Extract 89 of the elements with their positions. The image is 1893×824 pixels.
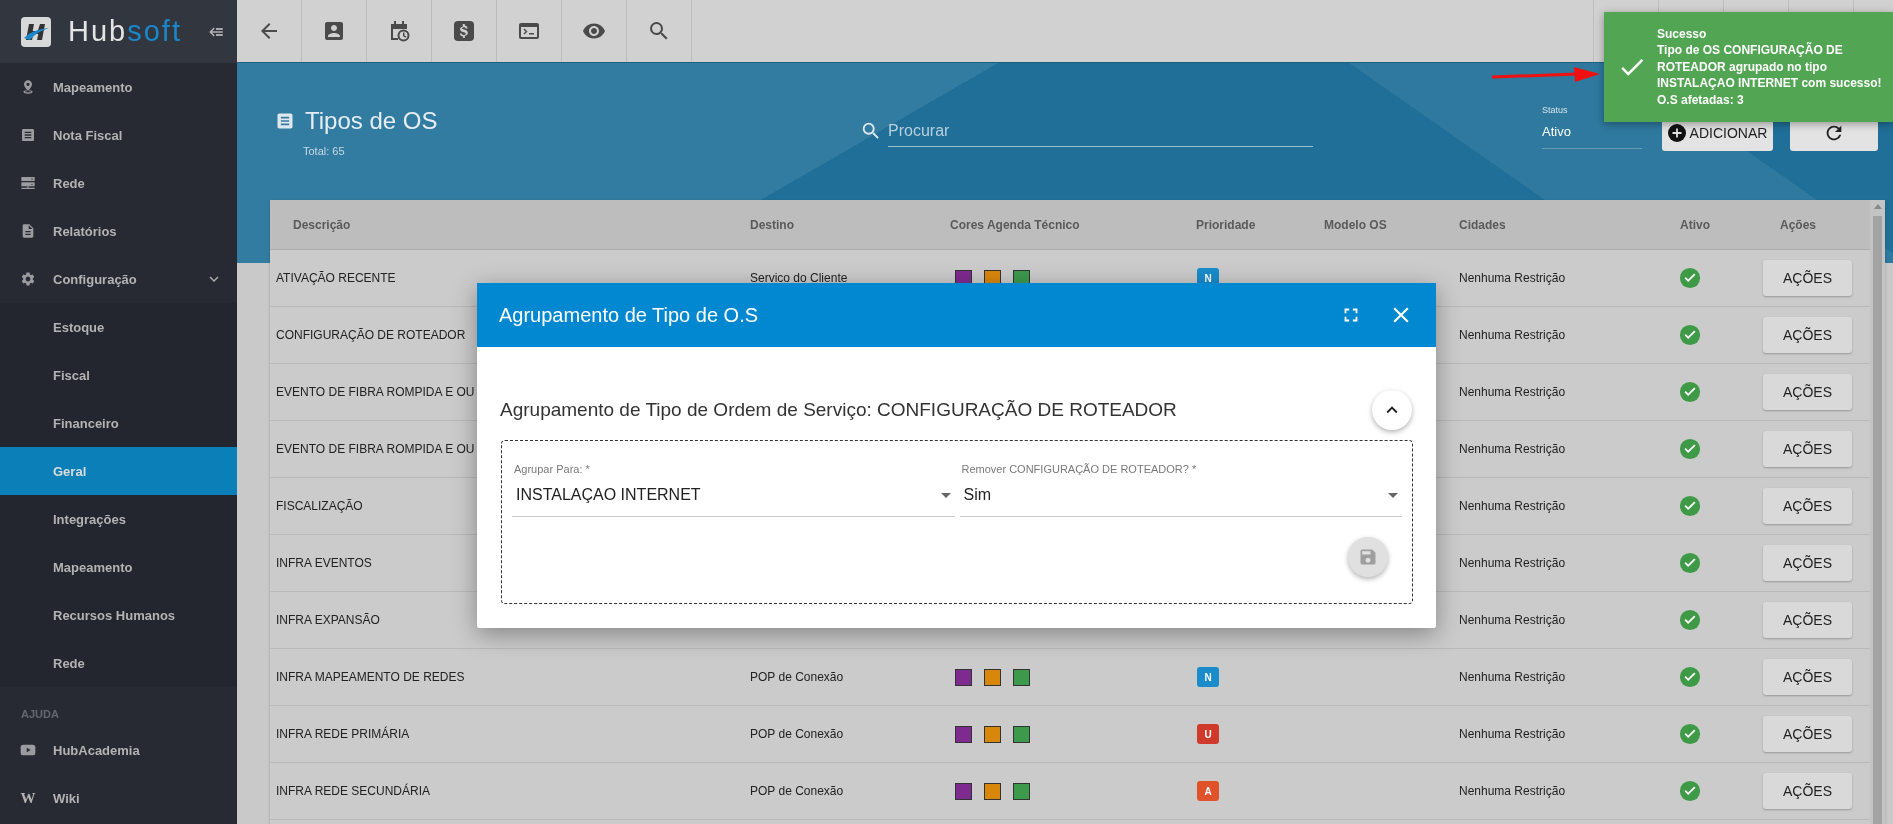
sidebar-item[interactable]: Integrações: [0, 495, 237, 543]
total-count: Total: 65: [303, 145, 346, 157]
table-cell: Nenhuma Restrição: [1459, 727, 1566, 741]
column-header: Cidades: [1459, 200, 1664, 250]
sidebar-item[interactable]: Financeiro: [0, 399, 237, 447]
column-header: Modelo OS: [1324, 200, 1459, 250]
pin-icon: [20, 79, 36, 95]
wiki-icon: W: [20, 789, 36, 807]
scrollbar[interactable]: [1870, 200, 1885, 824]
select-field[interactable]: Remover CONFIGURAÇÃO DE ROTEADOR? * Sim: [959, 463, 1402, 517]
column-header: Ativo: [1664, 200, 1756, 250]
sidebar-item[interactable]: W Wiki: [0, 774, 237, 822]
table-cell: INFRA EVENTOS: [276, 556, 372, 570]
table-cell: Nenhuma Restrição: [1459, 613, 1566, 627]
column-header: Destino: [750, 200, 950, 250]
select-field[interactable]: Agrupar Para: * INSTALAÇAO INTERNET: [512, 463, 955, 517]
server-icon: [20, 175, 36, 191]
table-cell: Nenhuma Restrição: [1459, 271, 1566, 285]
sidebar-item[interactable]: Mapeamento: [0, 543, 237, 591]
actions-button[interactable]: AÇÕES: [1763, 260, 1852, 296]
table-cell: Nenhuma Restrição: [1459, 442, 1566, 456]
actions-button[interactable]: AÇÕES: [1763, 317, 1852, 353]
column-header: Descrição: [270, 200, 750, 250]
table-cell: ATIVAÇÃO RECENTE: [276, 271, 396, 285]
sidebar-item[interactable]: Rede: [0, 639, 237, 687]
sidebar-item[interactable]: Nota Fiscal: [0, 111, 237, 159]
caret-icon: [940, 492, 951, 498]
column-header: Prioridade: [1196, 200, 1324, 250]
table-cell: INFRA REDE SECUNDÁRIA: [276, 784, 431, 798]
section-title: AJUDA: [20, 707, 60, 722]
brand-logo-text: Hubsoft: [68, 15, 183, 48]
priority-badge: U: [1197, 724, 1219, 744]
priority-badge: N: [1197, 667, 1219, 687]
contact-card-icon[interactable]: [322, 19, 346, 43]
column-header: Cores Agenda Técnico: [950, 200, 1196, 250]
actions-button[interactable]: AÇÕES: [1763, 545, 1852, 581]
play-icon: [20, 742, 36, 758]
table-cell: INFRA REDE PRIMÁRIA: [276, 727, 410, 741]
sidebar-item[interactable]: Relatórios: [0, 207, 237, 255]
sidebar-item[interactable]: HubAcademia: [0, 726, 237, 774]
search-icon: [860, 120, 882, 142]
sidebar-item[interactable]: Recursos Humanos: [0, 591, 237, 639]
add-circle-icon: [1667, 124, 1686, 142]
table-cell: POP de Conexão: [750, 670, 844, 684]
sidebar-item[interactable]: Configuração: [0, 255, 237, 303]
logo-icon: [20, 15, 52, 48]
sidebar-item[interactable]: Rede: [0, 159, 237, 207]
actions-button[interactable]: AÇÕES: [1763, 602, 1852, 638]
priority-badge: A: [1197, 781, 1219, 801]
table-cell: Nenhuma Restrição: [1459, 385, 1566, 399]
note-icon: [20, 127, 36, 143]
section-heading: Agrupamento de Tipo de Ordem de Serviço: CONFIGURAÇÃO DE ROTEADOR: [500, 399, 1177, 421]
save-icon: [1358, 547, 1378, 567]
table-cell: EVENTO DE FIBRA ROMPIDA E OU: [276, 385, 475, 399]
column-header: Ações: [1756, 200, 1870, 250]
search-field[interactable]: Procurar: [888, 115, 1313, 147]
actions-button[interactable]: AÇÕES: [1763, 374, 1852, 410]
doc-icon: [20, 223, 36, 239]
actions-button[interactable]: AÇÕES: [1763, 488, 1852, 524]
dollar-icon[interactable]: [452, 19, 476, 43]
save-button[interactable]: [1348, 537, 1388, 577]
sidebar-item[interactable]: Estoque: [0, 303, 237, 351]
table-cell: Servico do Cliente: [750, 271, 848, 285]
sidebar-item[interactable]: Fiscal: [0, 351, 237, 399]
table-cell: FISCALIZAÇÃO: [276, 499, 363, 513]
table-cell: CONFIGURAÇÃO DE ROTEADOR: [276, 328, 466, 342]
table-cell: Nenhuma Restrição: [1459, 784, 1566, 798]
page-title: Tipos de OS: [305, 107, 438, 135]
table-cell: Nenhuma Restrição: [1459, 670, 1566, 684]
table-cell: POP de Conexão: [750, 727, 844, 741]
toast-title: Sucesso: [1657, 25, 1708, 43]
actions-button[interactable]: AÇÕES: [1763, 659, 1852, 695]
toast-message: O.S afetadas: 3: [1657, 91, 1745, 109]
modal-title: Agrupamento de Tipo de O.S: [499, 303, 760, 327]
table-cell: Nenhuma Restrição: [1459, 499, 1566, 513]
table-cell: Nenhuma Restrição: [1459, 556, 1566, 570]
actions-button[interactable]: AÇÕES: [1763, 716, 1852, 752]
toast-message: Tipo de OS CONFIGURAÇÃO DE ROTEADOR agrupado no tipo INSTALAÇAO INTERNET com sucesso!: [1657, 42, 1883, 92]
caret-icon: [1388, 492, 1398, 498]
table-cell: INFRA MAPEAMENTO DE REDES: [276, 670, 465, 684]
table-cell: POP de Conexão: [750, 784, 844, 798]
actions-button[interactable]: AÇÕES: [1763, 431, 1852, 467]
sidebar-item[interactable]: Mapeamento: [0, 63, 237, 111]
list-icon: [275, 111, 295, 131]
table-cell: Nenhuma Restrição: [1459, 328, 1566, 342]
gear-icon: [20, 271, 36, 287]
actions-button[interactable]: AÇÕES: [1763, 773, 1852, 809]
table-cell: INFRA EXPANSÃO: [276, 613, 380, 627]
table-cell: EVENTO DE FIBRA ROMPIDA E OU: [276, 442, 475, 456]
